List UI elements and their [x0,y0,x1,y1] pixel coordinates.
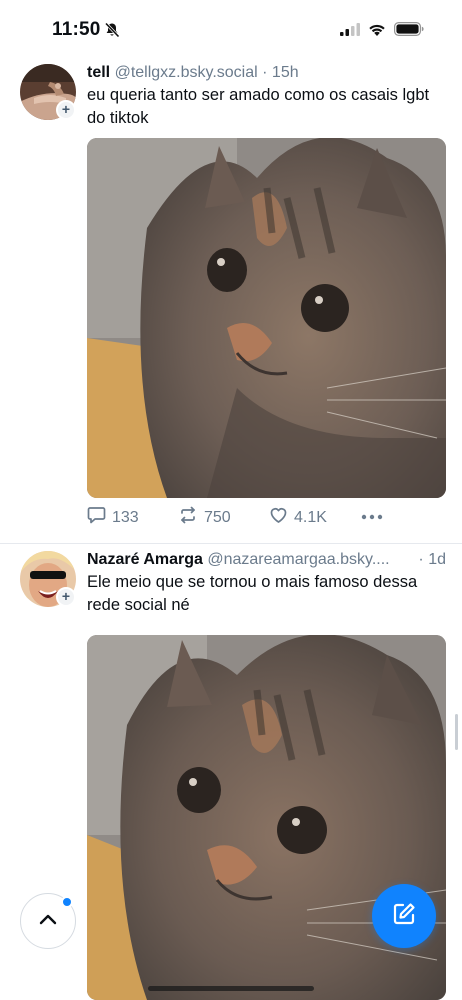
like-button[interactable]: 4.1K [269,506,361,529]
display-name[interactable]: tell [87,64,110,81]
new-posts-indicator [61,896,73,908]
follow-plus-badge[interactable]: + [56,100,76,120]
post-header: Nazaré Amarga @nazareamargaa.bsky.... [87,549,407,571]
display-name[interactable]: Nazaré Amarga [87,551,203,568]
follow-plus-badge[interactable]: + [56,587,76,607]
post-time[interactable]: 1d [428,551,446,568]
like-count: 4.1K [294,508,327,526]
status-bar: 11:50 [0,0,462,60]
reply-count: 133 [112,508,139,526]
reply-icon [87,506,106,529]
repost-count: 750 [204,508,231,526]
repost-button[interactable]: 750 [178,506,269,529]
avatar-wrap[interactable]: + [20,64,76,120]
post-text: Ele meio que se tornou o mais famoso des… [87,573,418,614]
ellipsis-icon [361,509,383,520]
repost-icon [178,506,198,529]
bell-slash-icon [104,22,120,43]
battery-icon [394,22,424,41]
wifi-icon [368,23,386,41]
post-time-wrap: · 1d [418,549,446,571]
post-text: eu queria tanto ser amado como os casais… [87,86,430,127]
status-time: 11:50 [52,19,101,40]
chevron-up-icon [39,912,57,930]
compose-icon [391,901,417,932]
handle[interactable]: @tellgxz.bsky.social [115,64,258,81]
separator-dot: · [262,64,268,81]
more-options-button[interactable] [361,514,383,520]
heart-icon [269,506,288,529]
home-indicator[interactable] [148,986,314,991]
post-image[interactable] [87,138,446,498]
compose-post-button[interactable] [372,884,436,948]
handle[interactable]: @nazareamargaa.bsky.... [207,551,389,568]
avatar-wrap[interactable]: + [20,551,76,607]
signal-icon [340,22,360,41]
status-icons [340,22,424,41]
post-actions: 133 750 4.1K [87,506,387,529]
reply-button[interactable]: 133 [87,506,178,529]
post-header: tell @tellgxz.bsky.social · 15h [87,62,447,84]
separator-dot: · [418,551,424,568]
scrollbar[interactable] [455,714,458,750]
scroll-to-top-button[interactable] [20,893,76,949]
feed-post[interactable]: + tell @tellgxz.bsky.social · 15h eu que… [0,58,462,544]
post-time[interactable]: 15h [272,64,299,81]
